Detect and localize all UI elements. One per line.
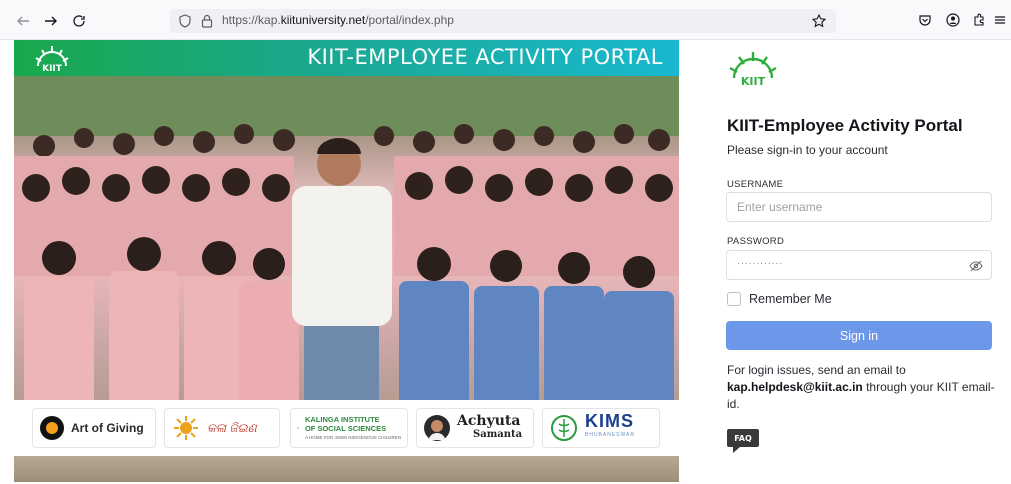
username-input[interactable]: [727, 193, 957, 221]
page-title: KIIT-Employee Activity Portal: [727, 116, 963, 135]
sponsor-label: OF SOCIAL SCIENCES: [304, 423, 387, 433]
hero-panel: KIIT KIIT-EMPLOYEE ACTIVITY PORTAL Art o…: [14, 40, 679, 482]
hero-banner: KIIT KIIT-EMPLOYEE ACTIVITY PORTAL: [14, 40, 679, 76]
sun-logo-icon: [174, 416, 198, 440]
browser-toolbar: https://kap.kiituniversity.net/portal/in…: [0, 0, 1011, 40]
password-input[interactable]: ············: [737, 258, 783, 269]
hero-title: KIIT-EMPLOYEE ACTIVITY PORTAL: [307, 45, 663, 69]
portrait-icon: [424, 415, 450, 441]
sponsor-label: KALINGA INSTITUTE: [304, 414, 380, 424]
sponsor-label: Art of Giving: [71, 421, 144, 435]
faq-icon[interactable]: FAQ: [726, 426, 760, 461]
sponsor-label: କଳା ଜିଇଣ: [207, 420, 257, 435]
bookmark-star-icon[interactable]: [810, 12, 828, 30]
achyuta-text: Achyuta Samanta: [457, 413, 523, 441]
kims-logo-icon: [551, 415, 577, 441]
svg-text:KIIT: KIIT: [741, 75, 766, 88]
sponsor-label: Achyuta: [457, 413, 521, 429]
username-field[interactable]: [726, 192, 992, 222]
sponsor-art-of-giving: Art of Giving: [32, 408, 156, 448]
kiss-logo-icon: [297, 427, 299, 429]
extensions-icon[interactable]: [970, 11, 988, 29]
sponsor-tagline: A HOME FOR 40000 INDIGENOUS CHILDREN: [304, 434, 401, 440]
sign-in-button[interactable]: Sign in: [726, 321, 992, 350]
photo-ground: [14, 456, 679, 482]
kims-text: KIMS BHUBANESWAR: [585, 411, 635, 442]
help-text: For login issues, send an email to kap.h…: [727, 362, 997, 413]
students-photo: [14, 76, 679, 440]
art-of-giving-logo-icon: [40, 416, 64, 440]
remember-label[interactable]: Remember Me: [749, 292, 832, 306]
url-text: https://kap.kiituniversity.net/portal/in…: [222, 13, 454, 27]
kiit-logo-icon: KIIT: [32, 42, 72, 79]
kiss-text: KALINGA INSTITUTE OF SOCIAL SCIENCES A H…: [305, 415, 401, 442]
sponsor-kiss: KALINGA INSTITUTE OF SOCIAL SCIENCES A H…: [290, 408, 408, 448]
password-label: PASSWORD: [727, 236, 785, 247]
url-path: /portal/index.php: [365, 13, 454, 27]
faq-label: FAQ: [734, 434, 752, 443]
account-icon[interactable]: [944, 11, 962, 29]
remember-me[interactable]: Remember Me: [727, 292, 832, 306]
pocket-icon[interactable]: [916, 11, 934, 29]
sponsor-label: KIMS: [585, 411, 634, 431]
menu-icon[interactable]: [993, 11, 1007, 29]
eye-off-icon[interactable]: [969, 259, 983, 277]
back-icon[interactable]: [14, 12, 32, 30]
sponsor-tagline: BHUBANESWAR: [585, 432, 635, 438]
sponsor-kala-jeevan: କଳା ଜିଇଣ: [164, 408, 280, 448]
sponsor-achyuta-samanta: Achyuta Samanta: [416, 408, 534, 448]
url-prefix: https://kap.: [222, 13, 281, 27]
sponsor-label: Samanta: [473, 429, 523, 440]
page-subtitle: Please sign-in to your account: [727, 143, 888, 157]
remember-checkbox[interactable]: [727, 292, 741, 306]
username-label: USERNAME: [727, 179, 784, 190]
help-prefix: For login issues, send an email to: [727, 363, 906, 377]
shield-icon[interactable]: [176, 12, 194, 30]
reload-icon[interactable]: [70, 12, 88, 30]
lock-icon[interactable]: [198, 12, 216, 30]
url-domain: kiituniversity.net: [280, 13, 366, 27]
kiit-logo-icon: KIIT: [725, 48, 781, 93]
password-field[interactable]: ············: [726, 250, 992, 280]
svg-text:KIIT: KIIT: [42, 64, 63, 74]
login-panel: KIIT KIIT-Employee Activity Portal Pleas…: [680, 40, 1011, 484]
sponsor-strip: Art of Giving କଳା ଜିଇଣ KALINGA INSTITUTE…: [14, 400, 679, 456]
sponsor-kims: KIMS BHUBANESWAR: [542, 408, 660, 448]
forward-icon[interactable]: [42, 12, 60, 30]
help-email[interactable]: kap.helpdesk@kiit.ac.in: [727, 380, 863, 394]
address-bar[interactable]: https://kap.kiituniversity.net/portal/in…: [170, 9, 836, 33]
